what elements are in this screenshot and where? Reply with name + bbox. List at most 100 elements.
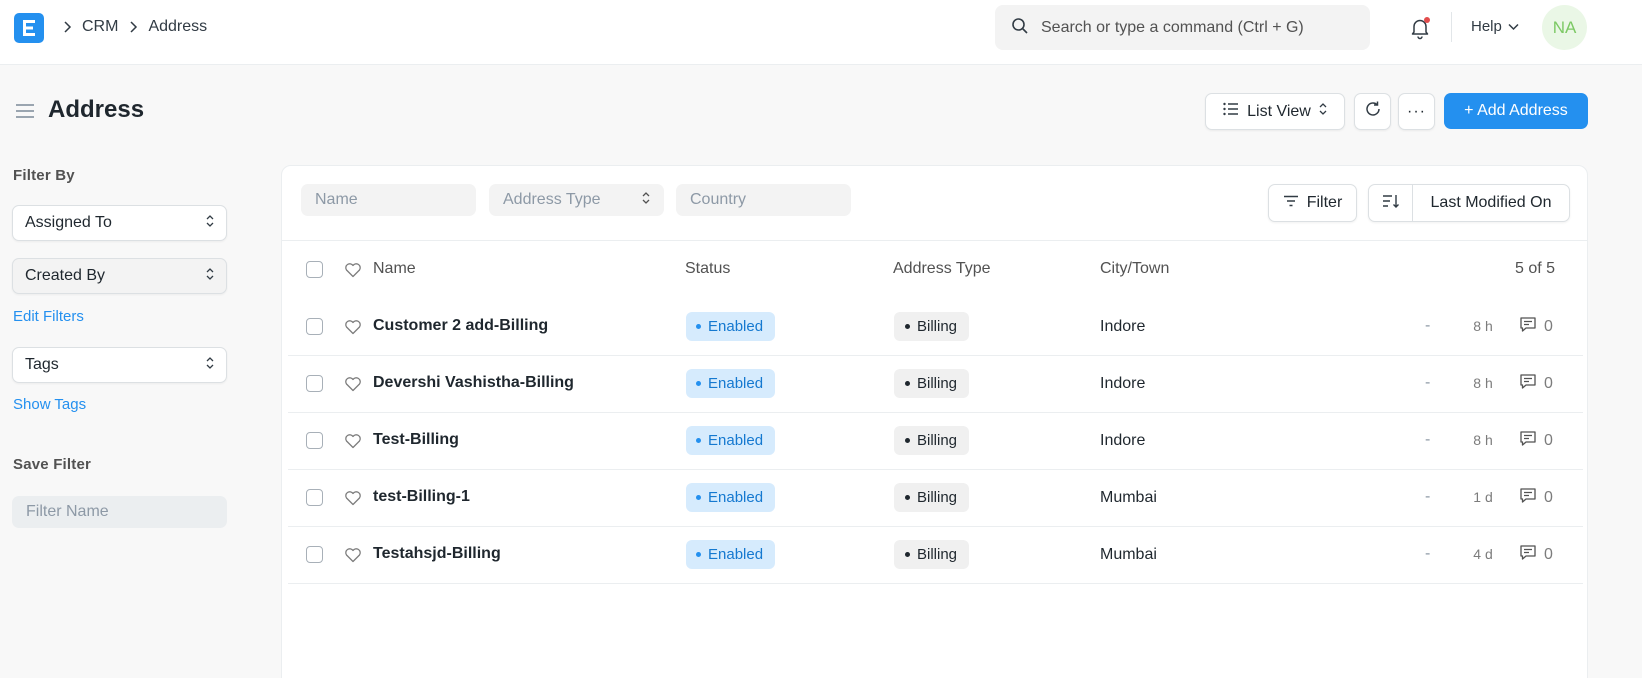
row-comments[interactable]: 0: [1519, 316, 1553, 338]
address-type-label: Billing: [917, 546, 958, 563]
status-bullet: [696, 381, 701, 386]
status-badge: Enabled: [686, 369, 776, 398]
heart-icon[interactable]: [344, 489, 362, 507]
address-type-badge: Billing: [894, 540, 970, 569]
edit-filters-link[interactable]: Edit Filters: [13, 308, 84, 325]
address-type-filter-label: Address Type: [503, 191, 601, 208]
country-filter-input[interactable]: [676, 184, 851, 216]
created-by-label: Created By: [25, 267, 106, 284]
row-checkbox[interactable]: [306, 375, 323, 392]
table-header: Name Status Address Type City/Town 5 of …: [282, 242, 1589, 298]
heart-icon[interactable]: [344, 318, 362, 336]
row-city: Mumbai: [1100, 489, 1157, 506]
assigned-to-label: Assigned To: [25, 214, 112, 231]
heart-icon[interactable]: [344, 375, 362, 393]
help-label: Help: [1471, 18, 1502, 35]
navbar: CRM Address Help NA: [0, 0, 1642, 65]
created-by-select[interactable]: Created By: [12, 258, 227, 294]
navbar-divider: [1451, 12, 1452, 42]
status-label: Enabled: [708, 375, 764, 392]
row-name-link[interactable]: test-Billing-1: [373, 488, 470, 506]
tags-select[interactable]: Tags: [12, 347, 227, 383]
breadcrumb-address[interactable]: Address: [148, 18, 207, 36]
list-view-button[interactable]: List View: [1205, 93, 1345, 130]
search-bar[interactable]: [995, 5, 1370, 50]
row-name-link[interactable]: Test-Billing: [373, 431, 459, 449]
row-checkbox[interactable]: [306, 546, 323, 563]
comment-icon: [1519, 544, 1537, 566]
row-assigned-placeholder: -: [1425, 374, 1431, 391]
search-icon: [1011, 17, 1029, 39]
row-checkbox[interactable]: [306, 318, 323, 335]
table-row[interactable]: Devershi Vashistha-Billing Enabled Billing…: [282, 355, 1589, 413]
breadcrumb: CRM Address: [62, 18, 217, 36]
sort-arrows-icon: [642, 191, 650, 210]
column-header-status: Status: [685, 260, 731, 277]
row-comments[interactable]: 0: [1519, 373, 1553, 395]
show-tags-link[interactable]: Show Tags: [13, 396, 86, 413]
address-type-label: Billing: [917, 432, 958, 449]
sort-field-button[interactable]: Last Modified On: [1413, 185, 1569, 221]
comment-icon: [1519, 430, 1537, 452]
filter-icon: [1283, 194, 1299, 212]
sort-direction-button[interactable]: [1369, 185, 1413, 221]
address-type-label: Billing: [917, 318, 958, 335]
filter-by-heading: Filter By: [13, 167, 75, 184]
chevron-down-icon: [1508, 18, 1519, 35]
column-header-name: Name: [373, 260, 416, 277]
address-type-filter-select[interactable]: Address Type: [489, 184, 664, 216]
address-type-label: Billing: [917, 375, 958, 392]
sort-arrows-icon: [206, 214, 214, 233]
search-input[interactable]: [1041, 18, 1361, 37]
breadcrumb-crm[interactable]: CRM: [82, 18, 118, 36]
row-comments[interactable]: 0: [1519, 544, 1553, 566]
help-dropdown[interactable]: Help: [1471, 18, 1519, 35]
row-assigned-placeholder: -: [1425, 431, 1431, 448]
heart-icon[interactable]: [344, 546, 362, 564]
save-filter-heading: Save Filter: [13, 456, 92, 473]
comment-count: 0: [1544, 432, 1553, 449]
filter-name-input[interactable]: [12, 496, 227, 528]
address-type-badge: Billing: [894, 369, 970, 398]
row-divider: [288, 583, 1583, 584]
avatar[interactable]: NA: [1542, 5, 1587, 50]
row-city: Mumbai: [1100, 546, 1157, 563]
list-view-label: List View: [1247, 102, 1311, 120]
table-row[interactable]: test-Billing-1 Enabled Billing Mumbai - 1 d 0: [282, 469, 1589, 527]
status-label: Enabled: [708, 432, 764, 449]
row-checkbox[interactable]: [306, 489, 323, 506]
row-city: Indore: [1100, 375, 1146, 392]
row-name-link[interactable]: Devershi Vashistha-Billing: [373, 374, 574, 392]
table-row[interactable]: Testahsjd-Billing Enabled Billing Mumbai - 4 …: [282, 526, 1589, 584]
heart-icon[interactable]: [344, 432, 362, 450]
table-row[interactable]: Customer 2 add-Billing Enabled Billing Indo…: [282, 298, 1589, 356]
refresh-button[interactable]: [1354, 93, 1391, 130]
row-name-link[interactable]: Testahsjd-Billing: [373, 545, 501, 563]
address-type-bullet: [905, 495, 910, 500]
status-badge: Enabled: [686, 483, 776, 512]
row-assigned-placeholder: -: [1425, 317, 1431, 334]
status-bullet: [696, 495, 701, 500]
address-type-badge: Billing: [894, 483, 970, 512]
status-badge: Enabled: [686, 426, 776, 455]
heart-icon[interactable]: [344, 261, 362, 279]
menu-icon[interactable]: [14, 101, 36, 121]
assigned-to-select[interactable]: Assigned To: [12, 205, 227, 241]
row-name-link[interactable]: Customer 2 add-Billing: [373, 317, 548, 335]
bell-icon[interactable]: [1408, 16, 1432, 40]
refresh-icon: [1364, 100, 1382, 123]
row-comments[interactable]: 0: [1519, 487, 1553, 509]
chevron-right-icon: [128, 21, 138, 33]
more-options-button[interactable]: ···: [1398, 93, 1435, 130]
filter-button[interactable]: Filter: [1268, 184, 1357, 222]
add-address-button[interactable]: + Add Address: [1444, 93, 1588, 129]
table-row[interactable]: Test-Billing Enabled Billing Indore - 8 h 0: [282, 412, 1589, 470]
record-count: 5 of 5: [1514, 260, 1555, 277]
address-type-bullet: [905, 381, 910, 386]
select-all-checkbox[interactable]: [306, 261, 323, 278]
row-comments[interactable]: 0: [1519, 430, 1553, 452]
row-checkbox[interactable]: [306, 432, 323, 449]
app-logo-icon[interactable]: [14, 13, 44, 43]
name-filter-input[interactable]: [301, 184, 476, 216]
row-modified-time: 8 h: [1473, 375, 1493, 391]
